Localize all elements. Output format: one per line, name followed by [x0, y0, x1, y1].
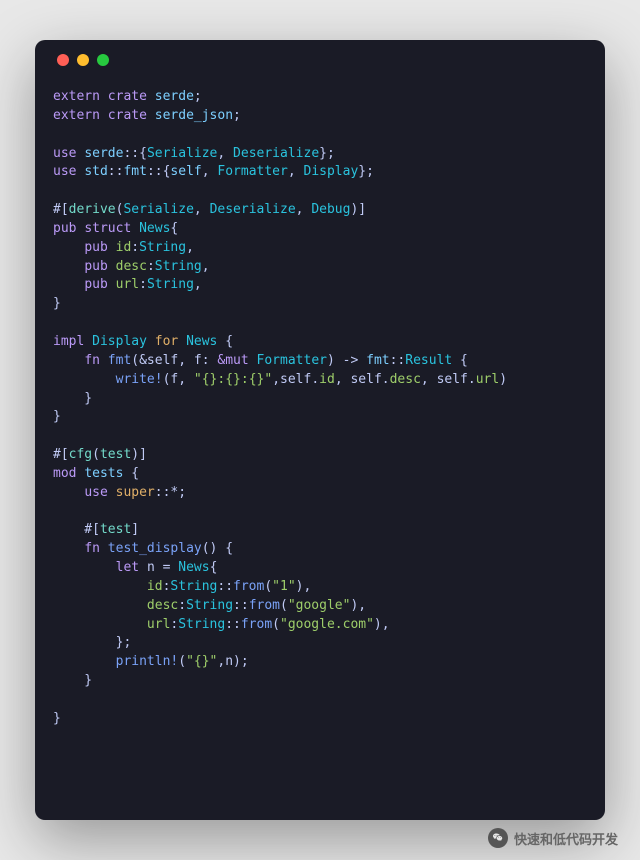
- str-format: "{}:{}:{}": [194, 372, 272, 387]
- path-fmt: fmt: [123, 164, 146, 179]
- minimize-icon[interactable]: [77, 54, 89, 66]
- field-url: url: [116, 277, 139, 292]
- kw-pub: pub: [84, 240, 107, 255]
- kw-mut: &mut: [217, 353, 248, 368]
- window-controls: [57, 54, 587, 66]
- fn-test-display: test_display: [108, 541, 202, 556]
- kw-struct: struct: [84, 221, 131, 236]
- attr-test: test: [100, 522, 131, 537]
- ty-deserialize: Deserialize: [233, 146, 319, 161]
- str-brace: "{}": [186, 654, 217, 669]
- path-fmt: fmt: [366, 353, 389, 368]
- ty-string: String: [147, 277, 194, 292]
- attr-derive: derive: [69, 202, 116, 217]
- close-icon[interactable]: [57, 54, 69, 66]
- kw-pub: pub: [84, 259, 107, 274]
- field-desc: desc: [390, 372, 421, 387]
- fn-fmt: fmt: [108, 353, 131, 368]
- fn-from: from: [233, 579, 264, 594]
- ty-serialize: Serialize: [123, 202, 193, 217]
- arrow: ->: [343, 353, 359, 368]
- ty-string: String: [186, 598, 233, 613]
- ty-string: String: [139, 240, 186, 255]
- kw-extern: extern: [53, 89, 100, 104]
- arg-self: &self: [139, 353, 178, 368]
- kw-mod: mod: [53, 466, 76, 481]
- kw-use: use: [84, 485, 107, 500]
- kw-let: let: [116, 560, 139, 575]
- field-url: url: [147, 617, 170, 632]
- macro-write: write!: [116, 372, 163, 387]
- field-id: id: [147, 579, 163, 594]
- ty-display: Display: [304, 164, 359, 179]
- ty-news: News: [186, 334, 217, 349]
- ty-string: String: [178, 617, 225, 632]
- field-url: url: [476, 372, 499, 387]
- ty-deserialize: Deserialize: [210, 202, 296, 217]
- kw-impl: impl: [53, 334, 84, 349]
- kw-crate: crate: [108, 89, 147, 104]
- mod-tests: tests: [84, 466, 123, 481]
- kw-pub: pub: [84, 277, 107, 292]
- kw-pub: pub: [53, 221, 76, 236]
- ty-serialize: Serialize: [147, 146, 217, 161]
- str-google-com: "google.com": [280, 617, 374, 632]
- field-id: id: [116, 240, 132, 255]
- ty-string: String: [170, 579, 217, 594]
- ty-debug: Debug: [311, 202, 350, 217]
- star: *: [170, 485, 178, 500]
- code-block: extern crate serde; extern crate serde_j…: [53, 88, 587, 729]
- ty-string: String: [155, 259, 202, 274]
- footer-label: 快速和低代码开发: [514, 829, 618, 848]
- code-window: extern crate serde; extern crate serde_j…: [35, 40, 605, 820]
- str-google: "google": [288, 598, 351, 613]
- path-self: self: [170, 164, 201, 179]
- kw-use: use: [53, 164, 76, 179]
- var-n: n: [147, 560, 155, 575]
- ty-news: News: [178, 560, 209, 575]
- zoom-icon[interactable]: [97, 54, 109, 66]
- footer-attribution: 快速和低代码开发: [488, 828, 618, 848]
- kw-for: for: [155, 334, 178, 349]
- ty-formatter: Formatter: [257, 353, 327, 368]
- field-desc: desc: [147, 598, 178, 613]
- kw-use: use: [53, 146, 76, 161]
- wechat-icon: [488, 828, 508, 848]
- ty-display: Display: [92, 334, 147, 349]
- crate-serde-json: serde_json: [155, 108, 233, 123]
- ty-formatter: Formatter: [217, 164, 287, 179]
- attr-test: test: [100, 447, 131, 462]
- field-id: id: [319, 372, 335, 387]
- crate-serde: serde: [155, 89, 194, 104]
- str-1: "1": [272, 579, 295, 594]
- path-serde: serde: [84, 146, 123, 161]
- ty-result: Result: [405, 353, 452, 368]
- fn-from: from: [249, 598, 280, 613]
- kw-fn: fn: [84, 353, 100, 368]
- macro-println: println!: [116, 654, 179, 669]
- arg-f: f: [194, 353, 202, 368]
- var-self: self: [280, 372, 311, 387]
- kw-super: super: [116, 485, 155, 500]
- var-self: self: [350, 372, 381, 387]
- ty-news: News: [139, 221, 170, 236]
- path-std: std: [84, 164, 107, 179]
- kw-crate: crate: [108, 108, 147, 123]
- fn-from: from: [241, 617, 272, 632]
- var-self: self: [437, 372, 468, 387]
- kw-fn: fn: [84, 541, 100, 556]
- kw-extern: extern: [53, 108, 100, 123]
- field-desc: desc: [116, 259, 147, 274]
- attr-cfg: cfg: [69, 447, 92, 462]
